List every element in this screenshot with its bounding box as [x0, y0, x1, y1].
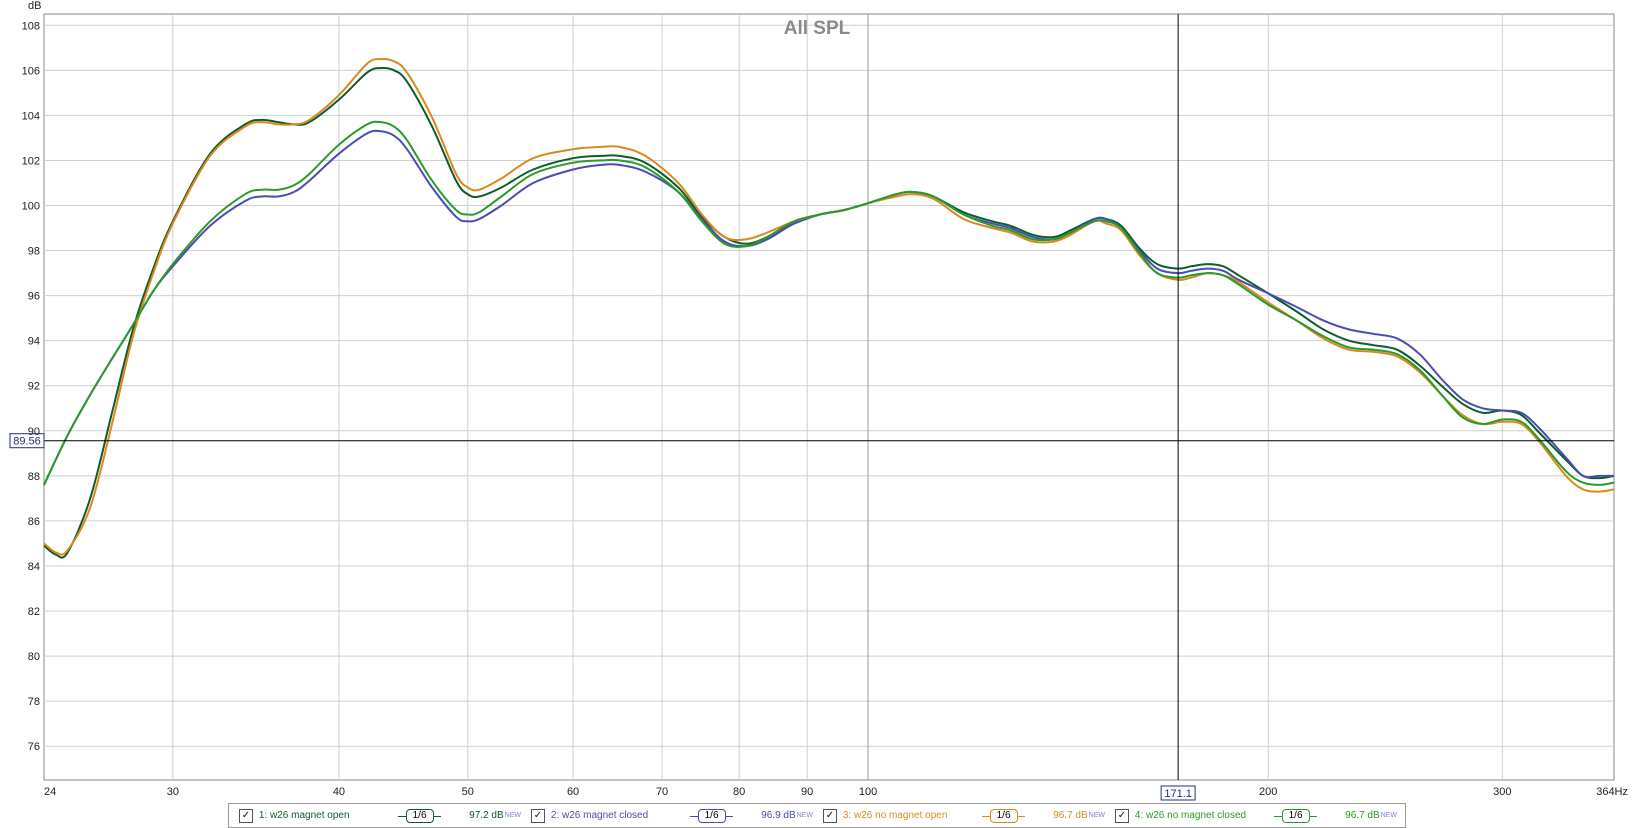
legend-checkbox[interactable]: ✓	[823, 808, 837, 823]
new-badge: NEW	[504, 812, 521, 819]
x-tick-label: 300	[1493, 786, 1511, 798]
y-tick-label: 80	[28, 651, 40, 663]
x-tick-label: 364Hz	[1596, 786, 1628, 798]
smoothing-selector[interactable]: 1/6	[397, 808, 442, 823]
legend-label: 1: w26 magnet open	[258, 810, 350, 821]
x-tick-label: 60	[567, 786, 579, 798]
x-tick-label: 50	[462, 786, 474, 798]
y-tick-label: 98	[28, 246, 40, 258]
legend-item-4: ✓ 4: w26 no magnet closed 1/6 96.7 dB NEW	[1115, 808, 1397, 823]
y-axis-label: dB	[28, 0, 41, 12]
smoothing-selector[interactable]: 1/6	[981, 808, 1026, 823]
y-tick-label: 88	[28, 471, 40, 483]
y-tick-label: 100	[22, 201, 40, 213]
x-tick-label: 40	[333, 786, 345, 798]
y-tick-label: 90	[28, 426, 40, 438]
smoothing-label: 1/6	[405, 808, 434, 823]
smoothing-label: 1/6	[697, 808, 726, 823]
legend-bar: ✓ 1: w26 magnet open 1/6 97.2 dB NEW ✓ 2: w26 …	[228, 803, 1406, 828]
smoothing-selector[interactable]: 1/6	[1273, 808, 1318, 823]
y-tick-label: 76	[28, 741, 40, 753]
smoothing-selector[interactable]: 1/6	[689, 808, 734, 823]
new-badge: NEW	[1088, 812, 1105, 819]
y-tick-label: 96	[28, 291, 40, 303]
y-tick-label: 92	[28, 381, 40, 393]
legend-item-3: ✓ 3: w26 no magnet open 1/6 96.7 dB NEW	[823, 808, 1105, 823]
legend-level-value: 96.7 dB	[1053, 810, 1088, 821]
y-tick-label: 102	[22, 155, 40, 167]
y-tick-label: 84	[28, 561, 40, 573]
legend-level-value: 96.7 dB	[1345, 810, 1380, 821]
spl-chart[interactable]: 89.56171.1 76788082848688909294969810010…	[0, 0, 1633, 828]
legend-label: 2: w26 magnet closed	[550, 810, 649, 821]
x-tick-label: 90	[801, 786, 813, 798]
x-tick-label: 200	[1259, 786, 1277, 798]
x-tick-label: 100	[859, 786, 877, 798]
y-tick-label: 78	[28, 696, 40, 708]
smoothing-label: 1/6	[1281, 808, 1310, 823]
y-tick-label: 106	[22, 65, 40, 77]
legend-level-value: 96.9 dB	[761, 810, 796, 821]
y-tick-label: 86	[28, 516, 40, 528]
x-tick-label: 80	[733, 786, 745, 798]
x-tick-label: 24	[44, 786, 56, 798]
y-tick-label: 94	[28, 336, 40, 348]
new-badge: NEW	[1380, 812, 1397, 819]
legend-level-value: 97.2 dB	[469, 810, 504, 821]
legend-checkbox[interactable]: ✓	[239, 808, 253, 823]
y-tick-label: 82	[28, 606, 40, 618]
legend-checkbox[interactable]: ✓	[531, 808, 545, 823]
legend-checkbox[interactable]: ✓	[1115, 808, 1129, 823]
smoothing-label: 1/6	[989, 808, 1018, 823]
y-tick-label: 108	[22, 20, 40, 32]
y-tick-label: 104	[22, 110, 40, 122]
chart-title: All SPL	[784, 18, 851, 39]
x-tick-label: 70	[656, 786, 668, 798]
legend-label: 3: w26 no magnet open	[842, 810, 948, 821]
legend-item-1: ✓ 1: w26 magnet open 1/6 97.2 dB NEW	[239, 808, 521, 823]
legend-label: 4: w26 no magnet closed	[1134, 810, 1247, 821]
cursor-x-readout: 171.1	[1164, 788, 1192, 800]
legend-item-2: ✓ 2: w26 magnet closed 1/6 96.9 dB NEW	[531, 808, 813, 823]
plot-frame	[43, 13, 1615, 781]
x-tick-label: 30	[167, 786, 179, 798]
new-badge: NEW	[796, 812, 813, 819]
